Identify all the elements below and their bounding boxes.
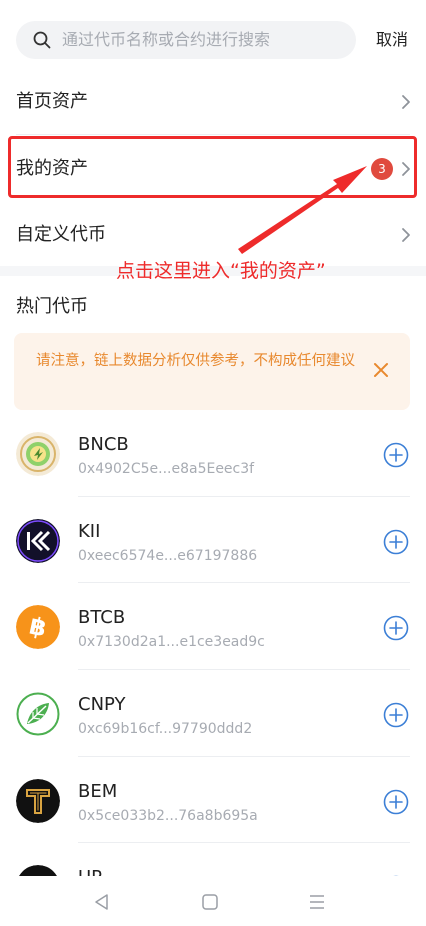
up-logo-icon	[16, 865, 60, 876]
token-symbol: BNCB	[78, 434, 129, 455]
token-symbol: BEM	[78, 780, 118, 802]
notice-text: 请注意，链上数据分析仅供参考，不构成任何建议	[36, 353, 355, 369]
cnpy-logo-icon	[16, 692, 60, 737]
kii-logo-icon	[16, 518, 60, 563]
chevron-right-icon	[402, 228, 410, 242]
search-placeholder: 通过代币名称或合约进行搜索	[62, 30, 271, 49]
menu-item-label: 首页资产	[16, 91, 88, 112]
token-symbol: BTCB	[78, 607, 126, 629]
system-nav-bar	[0, 876, 426, 926]
search-input[interactable]: 通过代币名称或合约进行搜索	[16, 21, 356, 59]
add-circle-icon[interactable]	[383, 789, 409, 815]
annotation-highlight-box	[8, 136, 417, 198]
add-circle-icon[interactable]	[383, 529, 409, 555]
token-address: 0x7130d2a1...e1ce3ead9c	[78, 634, 265, 651]
menu-item-home-assets[interactable]: 首页资产	[0, 69, 426, 135]
back-icon[interactable]	[92, 892, 112, 912]
token-address: 0xc69b16cf...97790ddd2	[78, 721, 253, 738]
home-icon[interactable]	[200, 892, 220, 912]
token-address: 0x5ce033b2...76a8b695a	[78, 807, 258, 824]
token-row[interactable]: BNCB 0x4902C5e...e8a5Eeec3f	[0, 410, 426, 497]
cancel-button[interactable]: 取消	[376, 29, 408, 51]
token-symbol: KII	[78, 520, 101, 542]
token-symbol: UP	[78, 866, 102, 876]
add-circle-icon[interactable]	[383, 615, 409, 641]
token-row[interactable]: ฿ BTCB 0x7130d2a1...e1ce3ead9c	[0, 583, 426, 671]
bitcoin-logo-icon: ฿	[16, 605, 60, 650]
bem-logo-icon	[16, 778, 60, 823]
token-row[interactable]: KII 0xeec6574e...e67197886	[0, 497, 426, 584]
annotation-text: 点击这里进入“我的资产”	[116, 260, 326, 282]
token-row[interactable]: BEM 0x5ce033b2...76a8b695a	[0, 757, 426, 844]
search-bar: 通过代币名称或合约进行搜索 取消	[0, 0, 426, 80]
bncb-logo-icon	[16, 432, 60, 476]
token-row[interactable]: UP	[0, 843, 426, 876]
search-icon	[33, 31, 51, 49]
token-list: BNCB 0x4902C5e...e8a5Eeec3f KII 0xeec657…	[0, 410, 426, 876]
divider	[16, 134, 410, 135]
close-icon[interactable]	[372, 361, 390, 379]
menu-item-label: 自定义代币	[16, 224, 106, 245]
chevron-right-icon	[402, 95, 410, 109]
menu-icon[interactable]	[307, 892, 327, 912]
notice-banner: 请注意，链上数据分析仅供参考，不构成任何建议	[14, 333, 410, 410]
add-circle-icon[interactable]	[383, 702, 409, 728]
section-title-hot-tokens: 热门代币	[16, 296, 88, 317]
add-circle-icon[interactable]	[383, 442, 409, 468]
token-address: 0x4902C5e...e8a5Eeec3f	[78, 461, 255, 477]
token-row[interactable]: CNPY 0xc69b16cf...97790ddd2	[0, 670, 426, 757]
token-symbol: CNPY	[78, 694, 126, 716]
token-address: 0xeec6574e...e67197886	[78, 547, 258, 564]
